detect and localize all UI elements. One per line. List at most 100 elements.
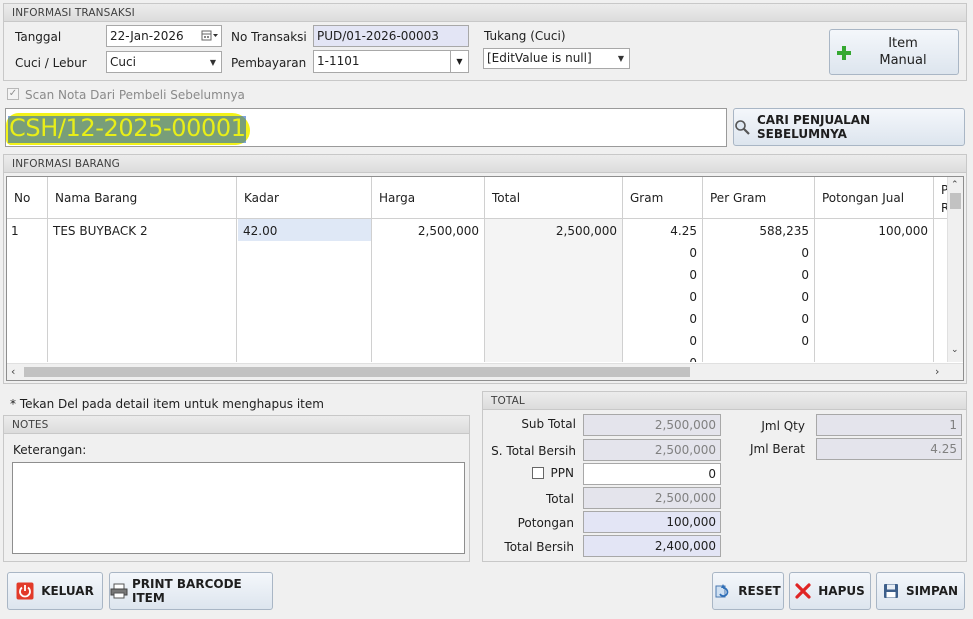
scan-checkbox[interactable]: ✓: [7, 88, 19, 100]
cuci-label: Cuci / Lebur: [15, 56, 87, 70]
cell-nama-barang[interactable]: TES BUYBACK 2: [48, 219, 236, 241]
header-total[interactable]: Total: [485, 177, 623, 219]
chevron-down-icon: ▼: [209, 57, 217, 67]
tukang-select[interactable]: [EditValue is null] ▼: [483, 48, 630, 69]
header-kadar[interactable]: Kadar: [237, 177, 372, 219]
transaksi-title: INFORMASI TRANSAKSI: [4, 4, 966, 22]
cell-per-gram[interactable]: 0: [703, 263, 814, 285]
chevron-down-icon: ▼: [617, 53, 625, 63]
chevron-down-icon[interactable]: ▼: [450, 51, 468, 72]
jml-berat-label: Jml Berat: [750, 442, 805, 456]
ppn-checkbox[interactable]: [532, 467, 544, 479]
tanggal-field[interactable]: 22-Jan-2026: [106, 25, 222, 47]
tanggal-label: Tanggal: [15, 30, 62, 44]
pembayaran-label: Pembayaran: [231, 56, 307, 70]
scroll-down-icon[interactable]: ⌄: [951, 345, 959, 355]
cell-per-gram[interactable]: 0: [703, 241, 814, 263]
cell-per-gram[interactable]: 0: [703, 285, 814, 307]
keterangan-label: Keterangan:: [13, 443, 87, 457]
header-per-gram[interactable]: Per Gram: [703, 177, 815, 219]
cell-gram[interactable]: 0: [623, 329, 702, 351]
no-transaksi-label: No Transaksi: [231, 30, 307, 44]
cell-per-gram[interactable]: 0: [703, 329, 814, 351]
cell-harga[interactable]: 2,500,000: [372, 219, 484, 241]
barang-grid[interactable]: No Nama Barang Kadar Harga Total Gram Pe…: [6, 176, 964, 381]
cell-gram[interactable]: 4.25: [623, 219, 702, 241]
cell-per-gram[interactable]: 588,235: [703, 219, 814, 241]
total-title: TOTAL: [483, 392, 966, 410]
tukang-label: Tukang (Cuci): [484, 29, 566, 43]
header-harga[interactable]: Harga: [372, 177, 485, 219]
jml-qty-label: Jml Qty: [761, 419, 805, 433]
barang-title: INFORMASI BARANG: [4, 155, 966, 173]
sub-total-field[interactable]: 2,500,000: [583, 414, 721, 436]
cari-penjualan-button[interactable]: CARI PENJUALAN SEBELUMNYA: [733, 108, 965, 146]
print-barcode-button[interactable]: PRINT BARCODE ITEM: [109, 572, 273, 610]
printer-icon: [110, 583, 128, 599]
reset-button[interactable]: RESET: [712, 572, 784, 610]
scroll-up-icon[interactable]: ⌃: [951, 180, 959, 190]
cari-penjualan-label: CARI PENJUALAN SEBELUMNYA: [757, 113, 871, 141]
item-manual-button[interactable]: Item Manual: [829, 29, 959, 75]
potongan-field[interactable]: 100,000: [583, 511, 721, 533]
sub-total-label: Sub Total: [521, 417, 576, 431]
simpan-button[interactable]: SIMPAN: [876, 572, 965, 610]
tukang-value: [EditValue is null]: [487, 51, 592, 65]
hapus-button[interactable]: HAPUS: [789, 572, 871, 610]
no-transaksi-field[interactable]: PUD/01-2026-00003: [313, 25, 469, 47]
scroll-left-icon[interactable]: ‹: [11, 365, 15, 378]
tanggal-value: 22-Jan-2026: [110, 29, 184, 43]
cell-gram[interactable]: 0: [623, 241, 702, 263]
print-barcode-label: PRINT BARCODE ITEM: [132, 577, 242, 605]
scan-checkbox-label: Scan Nota Dari Pembeli Sebelumnya: [25, 88, 245, 102]
cuci-select[interactable]: Cuci ▼: [106, 51, 222, 73]
jml-qty-field[interactable]: 1: [816, 414, 962, 436]
ppn-field[interactable]: 0: [583, 463, 721, 485]
header-nama-barang[interactable]: Nama Barang: [48, 177, 237, 219]
search-icon: [734, 119, 750, 135]
scan-nota-input[interactable]: CSH/12-2025-00001: [5, 108, 727, 147]
cell-potongan-jual[interactable]: 100,000: [815, 219, 933, 241]
item-manual-line2: Manual: [879, 53, 927, 68]
horizontal-scrollbar[interactable]: ‹ ›: [7, 363, 963, 380]
cell-gram[interactable]: 0: [623, 285, 702, 307]
cell-gram[interactable]: 0: [623, 351, 702, 362]
cell-gram[interactable]: 0: [623, 307, 702, 329]
header-potongan-jual[interactable]: Potongan Jual: [815, 177, 934, 219]
floppy-icon: [883, 583, 899, 599]
cell-total[interactable]: 2,500,000: [485, 219, 622, 241]
scan-nota-value: CSH/12-2025-00001: [9, 114, 246, 142]
total-field[interactable]: 2,500,000: [583, 487, 721, 509]
x-icon: [795, 583, 811, 599]
keterangan-textarea[interactable]: [12, 462, 465, 554]
potongan-label: Potongan: [517, 516, 574, 530]
keluar-label: KELUAR: [41, 584, 94, 598]
s-total-bersih-field[interactable]: 2,500,000: [583, 439, 721, 461]
header-gram[interactable]: Gram: [623, 177, 703, 219]
cell-gram[interactable]: 0: [623, 263, 702, 285]
cell-kadar[interactable]: 42.00: [238, 219, 371, 241]
header-no[interactable]: No: [7, 177, 48, 219]
reset-label: RESET: [738, 584, 781, 598]
refresh-icon: [715, 583, 731, 599]
plus-icon: [836, 45, 852, 61]
scroll-right-icon[interactable]: ›: [935, 365, 939, 378]
pembayaran-select[interactable]: 1-1101 ▼: [313, 50, 469, 73]
keluar-button[interactable]: KELUAR: [7, 572, 103, 610]
hapus-label: HAPUS: [818, 584, 865, 598]
cell-per-gram[interactable]: 0: [703, 307, 814, 329]
jml-berat-field[interactable]: 4.25: [816, 438, 962, 460]
vertical-scrollbar[interactable]: ⌃ ⌄: [947, 177, 963, 362]
cuci-value: Cuci: [110, 55, 136, 69]
item-manual-line1: Item: [888, 36, 918, 51]
total-bersih-label: Total Bersih: [504, 540, 574, 554]
ppn-label: PPN: [550, 466, 574, 480]
total-bersih-field[interactable]: 2,400,000: [583, 535, 721, 557]
calendar-icon[interactable]: [199, 26, 221, 46]
scroll-thumb[interactable]: [950, 193, 961, 209]
pembayaran-value: 1-1101: [317, 54, 360, 68]
cell-no[interactable]: 1: [11, 219, 47, 241]
total-label: Total: [545, 492, 574, 506]
simpan-label: SIMPAN: [905, 584, 959, 598]
scroll-thumb[interactable]: [24, 367, 690, 377]
